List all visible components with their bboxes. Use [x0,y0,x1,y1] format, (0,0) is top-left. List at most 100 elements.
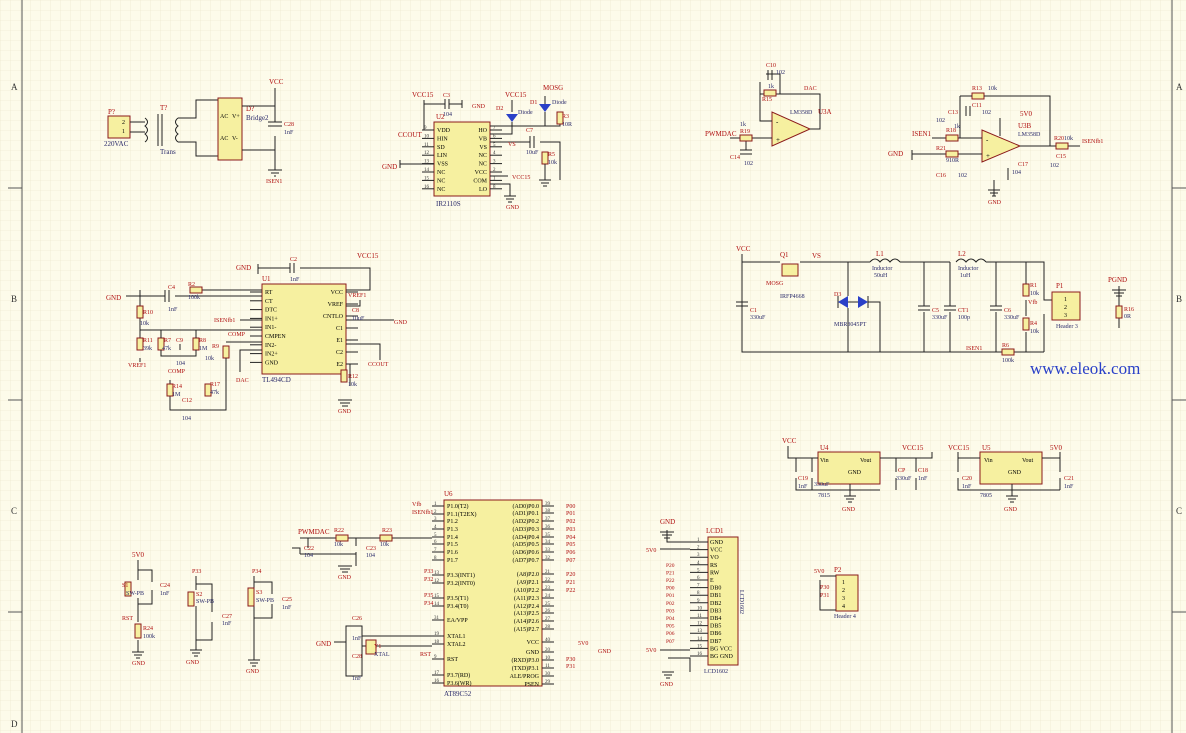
zone-label: A [11,82,18,92]
pin-number: 34 [545,540,551,545]
net-vs: VS [812,252,821,260]
net-5v0: 5V0 [646,548,656,554]
switch-s3[interactable] [247,587,255,607]
pin-number: 19 [434,632,440,637]
cap-ref: C24 [160,583,170,589]
pin-number: 20 [545,648,551,653]
resistor-r4[interactable] [1022,317,1030,331]
net-dac: DAC [236,378,249,384]
cap-value: 102 [936,118,945,124]
resistor-value: 910R [946,158,959,164]
resistor-ref: R11 [143,338,153,344]
cap-value: 104 [176,361,185,367]
cap-value: 1nF [798,484,808,490]
resistor-value: 1M [172,392,181,398]
net-vfb: Vfb [412,501,421,508]
pin-number: 31 [434,616,440,621]
net-vcc15: VCC15 [412,91,434,99]
diode-part: MBR3045PT [834,322,867,328]
switch-label: SW-PB [256,598,274,604]
net-vcc: VCC [269,78,284,86]
net-gnd: GND [1004,507,1018,513]
net-mosg: MOSG [766,281,784,287]
zone-label: D [11,719,18,729]
mosfet-part: IRFP4668 [780,294,805,300]
zone-label: B [11,294,17,304]
resistor-value: 10k [140,321,149,327]
pin-label: (RXD)P3.0 [511,657,539,664]
resistor-ref: R24 [143,626,153,632]
net-vcc15: VCC15 [948,444,970,452]
resistor-r16[interactable] [1115,305,1123,319]
cap-ref: C3 [443,93,450,99]
switch-s2[interactable] [187,591,195,607]
pin-label: (AD3)P0.3 [513,526,540,533]
net-isen: ISEN1 [966,346,982,352]
net-label: P03 [666,608,675,614]
pin-label: NC [479,153,487,159]
regulator-part: 7805 [980,493,992,499]
cap-value: 104 [1012,170,1021,176]
resistor-ref: R9 [212,344,219,350]
pin-label: VS [479,145,487,151]
resistor-value: 1k [954,124,960,130]
cap-ref: C7 [526,128,533,134]
cap-value: 1nF [1064,484,1074,490]
pin-label: (AD0)P0.0 [513,503,540,510]
regulator-u4[interactable] [817,451,881,485]
resistor-r15[interactable] [763,89,777,97]
resistor-r6[interactable] [1001,348,1015,356]
net-label: P04 [666,616,675,622]
connector-p[interactable] [107,115,131,139]
pin-number: 15 [424,176,430,181]
resistor-r1[interactable] [1022,283,1030,297]
cap-value: 1nF [352,636,362,642]
pin-label: ALE/PROG [510,674,540,680]
pin-number: 13 [434,571,440,576]
cap-value: 330uF [1004,315,1020,321]
net-isenfb: ISENfb1 [1082,138,1103,145]
cap-ref: C4 [168,285,175,291]
resistor-r13[interactable] [971,92,985,100]
resistor-r9[interactable] [222,345,230,359]
pin-label: PSEN [524,682,539,688]
resistor-r23[interactable] [379,534,393,542]
mosfet-q1[interactable] [781,263,799,277]
pin-number: 13 [697,629,703,634]
resistor-value: 10k [380,542,389,548]
cap-ref: C27 [222,614,232,620]
bridge-rectifier[interactable] [217,97,243,161]
net-label: P00 [666,586,675,592]
pin-label: LO [479,187,488,193]
svg-text:+: + [776,136,780,144]
pin-number: 38 [545,509,551,514]
resistor-r21[interactable] [945,150,959,158]
regulator-u5[interactable] [979,451,1043,485]
resistor-r12[interactable] [340,369,348,383]
net-p31: P31 [820,593,829,599]
pin-number: 35 [545,533,551,538]
net-p30: P30 [566,657,575,663]
resistor-r19[interactable] [739,134,753,142]
pin-label: CNTLO [323,314,344,320]
resistor-r20[interactable] [1055,142,1069,150]
zone-label: C [1176,506,1182,516]
resistor-value: 39k [143,346,152,352]
cap-ref: CT1 [958,308,969,314]
cap-ref: C11 [972,103,982,109]
pin-label: NC [437,187,445,193]
net-gnd: GND [506,205,520,211]
pin-number: 2 [122,120,125,126]
resistor-r18[interactable] [945,134,959,142]
header-p2[interactable] [835,574,859,612]
resistor-ref: R19 [740,129,750,135]
regulator-ref: U4 [820,444,829,452]
switch-ref: S1 [122,583,128,589]
cap-ref: C18 [918,468,928,474]
resistor-r24[interactable] [134,623,142,639]
net-p35: P35 [424,593,433,599]
net-vcc15: VCC15 [505,91,527,99]
net-comp: COMP [228,332,246,338]
resistor-r22[interactable] [335,534,349,542]
pin-number: 1 [842,580,845,586]
